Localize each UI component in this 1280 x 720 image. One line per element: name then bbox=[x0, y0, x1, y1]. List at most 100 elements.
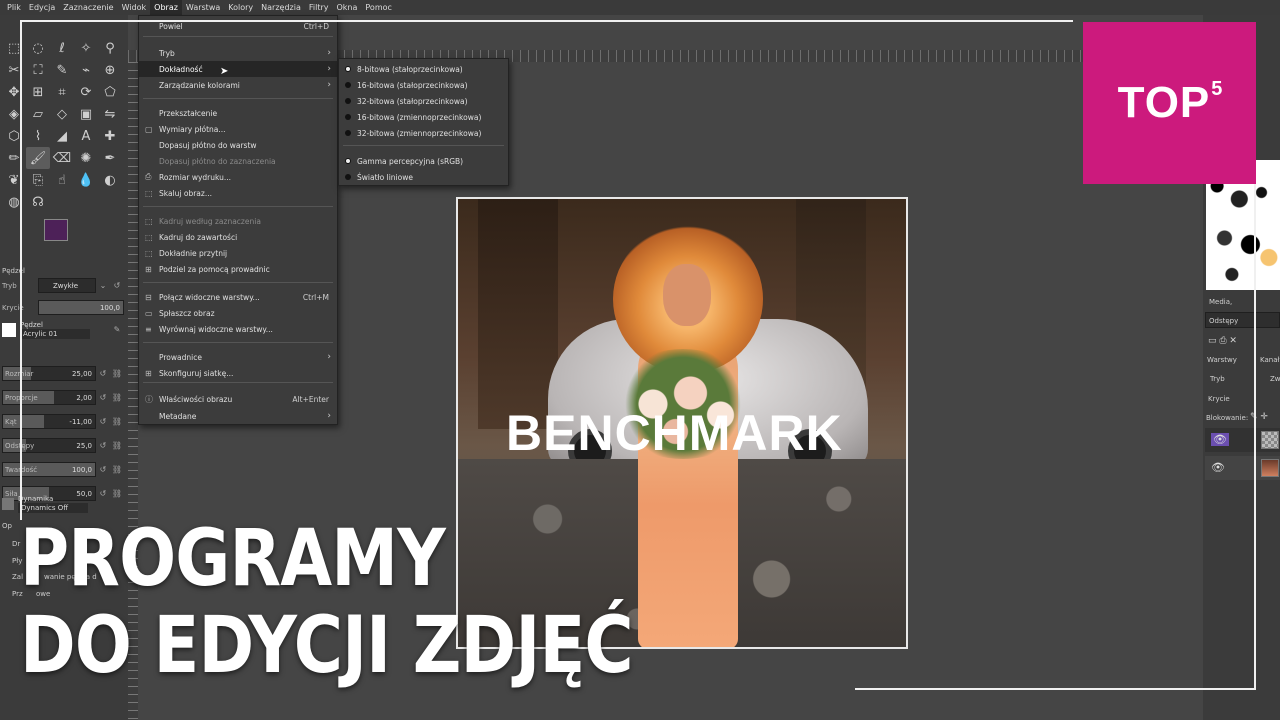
mypaint-brush-icon[interactable]: ❦ bbox=[2, 169, 26, 191]
gradient-icon[interactable]: ◍ bbox=[2, 191, 26, 213]
menu-item[interactable]: Prowadnice › bbox=[139, 349, 337, 365]
menu-item[interactable]: Zaznaczenie bbox=[59, 0, 117, 15]
option-slider[interactable]: Twardość100,0 bbox=[2, 462, 96, 477]
submenu-item[interactable]: 16-bitowa (stałoprzecinkowa) bbox=[339, 77, 508, 93]
eye-icon[interactable]: 👁 bbox=[1211, 461, 1225, 474]
transform-3d-icon[interactable]: ▣ bbox=[74, 103, 98, 125]
menu-item[interactable]: Edycja bbox=[25, 0, 59, 15]
submenu-item[interactable]: 32-bitowa (zmiennoprzecinkowa) bbox=[339, 125, 508, 141]
smudge-icon[interactable]: ☝ bbox=[50, 169, 74, 191]
foreground-select-icon[interactable]: ⛶ bbox=[26, 59, 50, 81]
submenu-item[interactable]: 32-bitowa (stałoprzecinkowa) bbox=[339, 93, 508, 109]
option-slider[interactable]: Proporcje2,00 bbox=[2, 390, 96, 405]
menu-item[interactable]: ⬚ Kadruj do zawartości bbox=[139, 229, 337, 245]
layer-mode-value[interactable]: Zw bbox=[1270, 375, 1280, 383]
eye-icon[interactable]: 👁 bbox=[1211, 433, 1229, 446]
scissors-icon[interactable]: ✂ bbox=[2, 59, 26, 81]
crop-icon[interactable]: ⌗ bbox=[50, 81, 74, 103]
perspective-icon[interactable]: ◇ bbox=[50, 103, 74, 125]
menu-item[interactable]: ⓘ Właściwości obrazu Alt+Enter bbox=[139, 391, 337, 407]
layer-row[interactable]: 👁 bbox=[1205, 428, 1280, 452]
menu-item[interactable]: ⎙ Rozmiar wydruku... bbox=[139, 169, 337, 185]
menu-item[interactable]: Okna bbox=[332, 0, 361, 15]
reset-icon[interactable]: ↺ bbox=[110, 281, 124, 290]
submenu-item[interactable]: Światło liniowe bbox=[339, 169, 508, 185]
link-icon[interactable]: ⛓ bbox=[110, 369, 124, 378]
menu-item[interactable]: ≡ Wyrównaj widoczne warstwy... bbox=[139, 321, 337, 337]
menu-item[interactable]: Filtry bbox=[305, 0, 333, 15]
menu-item[interactable]: Zarządzanie kolorami › bbox=[139, 77, 337, 93]
link-icon[interactable]: ⛓ bbox=[110, 393, 124, 402]
link-icon[interactable]: ⛓ bbox=[110, 441, 124, 450]
menu-item[interactable]: Obraz bbox=[150, 0, 182, 15]
fuzzy-select-icon[interactable]: ✧ bbox=[74, 37, 98, 59]
rotate-icon[interactable]: ⟳ bbox=[74, 81, 98, 103]
warp-transform-icon[interactable]: ⌇ bbox=[26, 125, 50, 147]
layer-row[interactable]: 👁 bbox=[1205, 456, 1280, 480]
menu-item[interactable]: ⬚ Kadruj według zaznaczenia bbox=[139, 213, 337, 229]
menu-item[interactable]: ⬚ Dokładnie przytnij bbox=[139, 245, 337, 261]
reset-icon[interactable]: ↺ bbox=[96, 369, 110, 378]
brush-name[interactable]: Acrylic 01 bbox=[20, 328, 90, 339]
move-icon[interactable]: ✥ bbox=[2, 81, 26, 103]
paths-icon[interactable]: ✎ bbox=[50, 59, 74, 81]
bucket-fill-icon[interactable]: ◢ bbox=[50, 125, 74, 147]
lock-icons[interactable]: ✎ ✛ bbox=[1250, 412, 1268, 422]
image-canvas[interactable]: BENCHMARK bbox=[456, 197, 908, 649]
zoom-icon[interactable]: ⚲ bbox=[98, 37, 122, 59]
link-icon[interactable]: ⛓ bbox=[110, 417, 124, 426]
brush-preview-icon[interactable] bbox=[2, 322, 16, 337]
option-slider[interactable]: Kąt -11,00 bbox=[2, 414, 96, 429]
warp-icon[interactable]: ◈ bbox=[2, 103, 26, 125]
lasso-icon[interactable]: ◌ bbox=[26, 37, 50, 59]
rect-select-icon[interactable]: ⬚ bbox=[2, 37, 26, 59]
blur-icon[interactable]: 💧 bbox=[74, 169, 98, 191]
menu-item[interactable]: ⊟ Połącz widoczne warstwy... Ctrl+M bbox=[139, 289, 337, 305]
dynamics-value[interactable]: Dynamics Off bbox=[18, 502, 88, 513]
dynamics-icon[interactable] bbox=[2, 497, 14, 510]
text-icon[interactable]: A bbox=[74, 125, 98, 147]
menu-item[interactable]: Plik bbox=[3, 0, 25, 15]
reset-icon[interactable]: ↺ bbox=[96, 417, 110, 426]
menu-item[interactable]: Widok bbox=[118, 0, 151, 15]
menu-item[interactable]: ▢ Wymiary płótna... bbox=[139, 121, 337, 137]
tab-channels[interactable]: Kanał bbox=[1260, 356, 1279, 364]
reset-icon[interactable]: ↺ bbox=[96, 393, 110, 402]
link-icon[interactable]: ⛓ bbox=[110, 465, 124, 474]
clone-icon[interactable]: ⎘ bbox=[26, 169, 50, 191]
reset-icon[interactable]: ↺ bbox=[96, 441, 110, 450]
menu-item[interactable]: Dokładność › bbox=[139, 61, 337, 77]
color-picker-icon[interactable]: ⌁ bbox=[74, 59, 98, 81]
menu-item[interactable]: Przekształcenie bbox=[139, 105, 337, 121]
cage-icon[interactable]: ⬡ bbox=[2, 125, 26, 147]
paintbrush-icon[interactable]: 🖌 bbox=[26, 147, 50, 169]
panel-icons[interactable]: ▭ ⎙ ✕ bbox=[1208, 336, 1237, 346]
menu-item[interactable]: Dopasuj płótno do zaznaczenia bbox=[139, 153, 337, 169]
measure-icon[interactable]: ⊕ bbox=[98, 59, 122, 81]
menu-item[interactable]: ⬚ Skaluj obraz... bbox=[139, 185, 337, 201]
foreground-color-swatch[interactable] bbox=[44, 219, 68, 241]
submenu-item[interactable]: 16-bitowa (zmiennoprzecinkowa) bbox=[339, 109, 508, 125]
submenu-item[interactable]: 8-bitowa (stałoprzecinkowa) bbox=[339, 61, 508, 77]
dodge-burn-icon[interactable]: ◐ bbox=[98, 169, 122, 191]
shear-icon[interactable]: ▱ bbox=[26, 103, 50, 125]
menu-item[interactable]: Warstwa bbox=[182, 0, 224, 15]
menu-item[interactable]: ⊞ Skonfiguruj siatkę... bbox=[139, 365, 337, 381]
pencil-icon[interactable]: ✏ bbox=[2, 147, 26, 169]
menu-item[interactable]: Tryb › bbox=[139, 45, 337, 61]
menu-item[interactable]: Narzędzia bbox=[257, 0, 305, 15]
mode-select[interactable]: Zwykłe bbox=[38, 278, 96, 293]
menu-item[interactable]: Kolory bbox=[224, 0, 257, 15]
free-select-icon[interactable]: ℓ bbox=[50, 37, 74, 59]
chevron-down-icon[interactable]: ⌄ bbox=[96, 281, 110, 290]
option-slider[interactable]: Rozmiar25,00 bbox=[2, 366, 96, 381]
menu-item[interactable]: Metadane › bbox=[139, 408, 337, 424]
menu-item[interactable]: Dopasuj płótno do warstw bbox=[139, 137, 337, 153]
handle-icon[interactable]: ☊ bbox=[26, 191, 50, 213]
option-slider[interactable]: Odstępy25,0 bbox=[2, 438, 96, 453]
menu-item[interactable]: ⊞ Podziel za pomocą prowadnic bbox=[139, 261, 337, 277]
opacity-slider[interactable]: 100,0 bbox=[38, 300, 124, 315]
ink-icon[interactable]: ✒ bbox=[98, 147, 122, 169]
airbrush-icon[interactable]: ✺ bbox=[74, 147, 98, 169]
scale-icon[interactable]: ⬠ bbox=[98, 81, 122, 103]
